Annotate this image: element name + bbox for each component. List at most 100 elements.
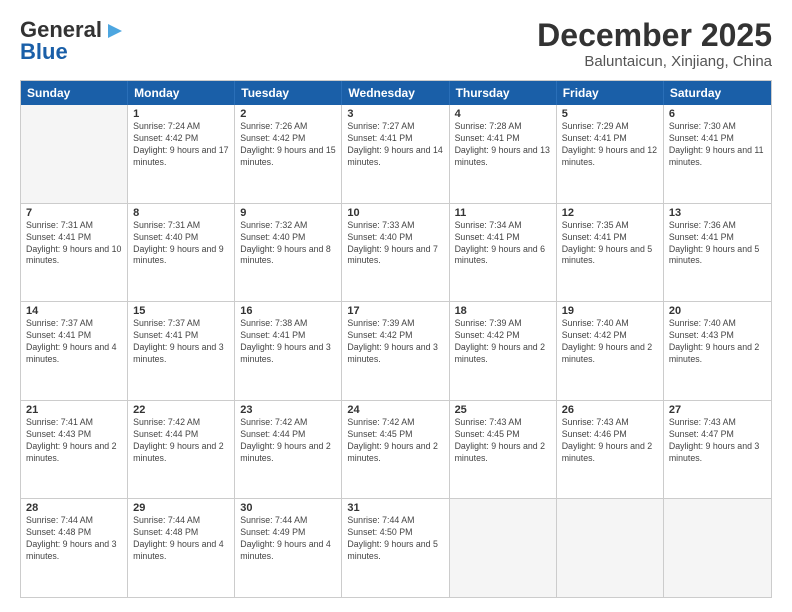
day-number: 20	[669, 305, 766, 317]
day-info: Sunrise: 7:43 AM Sunset: 4:46 PM Dayligh…	[562, 417, 658, 465]
month-title: December 2025	[537, 18, 772, 53]
day-info: Sunrise: 7:39 AM Sunset: 4:42 PM Dayligh…	[455, 318, 551, 366]
day-info: Sunrise: 7:37 AM Sunset: 4:41 PM Dayligh…	[26, 318, 122, 366]
calendar-cell-2-6: 20Sunrise: 7:40 AM Sunset: 4:43 PM Dayli…	[664, 302, 771, 400]
calendar-cell-0-4: 4Sunrise: 7:28 AM Sunset: 4:41 PM Daylig…	[450, 105, 557, 203]
calendar-cell-3-0: 21Sunrise: 7:41 AM Sunset: 4:43 PM Dayli…	[21, 401, 128, 499]
calendar-row-4: 28Sunrise: 7:44 AM Sunset: 4:48 PM Dayli…	[21, 498, 771, 597]
calendar-cell-0-0	[21, 105, 128, 203]
day-info: Sunrise: 7:26 AM Sunset: 4:42 PM Dayligh…	[240, 121, 336, 169]
day-number: 28	[26, 502, 122, 514]
calendar-cell-0-6: 6Sunrise: 7:30 AM Sunset: 4:41 PM Daylig…	[664, 105, 771, 203]
day-number: 31	[347, 502, 443, 514]
calendar-header: Sunday Monday Tuesday Wednesday Thursday…	[21, 81, 771, 105]
day-number: 7	[26, 207, 122, 219]
day-number: 14	[26, 305, 122, 317]
day-info: Sunrise: 7:40 AM Sunset: 4:43 PM Dayligh…	[669, 318, 766, 366]
day-info: Sunrise: 7:41 AM Sunset: 4:43 PM Dayligh…	[26, 417, 122, 465]
day-info: Sunrise: 7:42 AM Sunset: 4:45 PM Dayligh…	[347, 417, 443, 465]
calendar-cell-1-3: 10Sunrise: 7:33 AM Sunset: 4:40 PM Dayli…	[342, 204, 449, 302]
day-info: Sunrise: 7:34 AM Sunset: 4:41 PM Dayligh…	[455, 220, 551, 268]
day-info: Sunrise: 7:40 AM Sunset: 4:42 PM Dayligh…	[562, 318, 658, 366]
logo-blue: Blue	[20, 40, 68, 64]
calendar-row-3: 21Sunrise: 7:41 AM Sunset: 4:43 PM Dayli…	[21, 400, 771, 499]
calendar-cell-2-0: 14Sunrise: 7:37 AM Sunset: 4:41 PM Dayli…	[21, 302, 128, 400]
header-saturday: Saturday	[664, 81, 771, 105]
calendar-row-1: 7Sunrise: 7:31 AM Sunset: 4:41 PM Daylig…	[21, 203, 771, 302]
calendar-cell-4-2: 30Sunrise: 7:44 AM Sunset: 4:49 PM Dayli…	[235, 499, 342, 597]
day-number: 10	[347, 207, 443, 219]
day-info: Sunrise: 7:37 AM Sunset: 4:41 PM Dayligh…	[133, 318, 229, 366]
day-number: 26	[562, 404, 658, 416]
title-area: December 2025 Baluntaicun, Xinjiang, Chi…	[537, 18, 772, 70]
calendar-cell-2-1: 15Sunrise: 7:37 AM Sunset: 4:41 PM Dayli…	[128, 302, 235, 400]
day-number: 25	[455, 404, 551, 416]
day-number: 5	[562, 108, 658, 120]
calendar-cell-2-5: 19Sunrise: 7:40 AM Sunset: 4:42 PM Dayli…	[557, 302, 664, 400]
calendar-cell-3-3: 24Sunrise: 7:42 AM Sunset: 4:45 PM Dayli…	[342, 401, 449, 499]
header-sunday: Sunday	[21, 81, 128, 105]
day-number: 2	[240, 108, 336, 120]
calendar-row-0: 1Sunrise: 7:24 AM Sunset: 4:42 PM Daylig…	[21, 105, 771, 203]
day-info: Sunrise: 7:24 AM Sunset: 4:42 PM Dayligh…	[133, 121, 229, 169]
calendar-cell-2-2: 16Sunrise: 7:38 AM Sunset: 4:41 PM Dayli…	[235, 302, 342, 400]
calendar-cell-1-6: 13Sunrise: 7:36 AM Sunset: 4:41 PM Dayli…	[664, 204, 771, 302]
day-number: 27	[669, 404, 766, 416]
day-number: 1	[133, 108, 229, 120]
day-info: Sunrise: 7:44 AM Sunset: 4:48 PM Dayligh…	[26, 515, 122, 563]
calendar-cell-4-5	[557, 499, 664, 597]
day-number: 9	[240, 207, 336, 219]
calendar-cell-1-2: 9Sunrise: 7:32 AM Sunset: 4:40 PM Daylig…	[235, 204, 342, 302]
day-number: 12	[562, 207, 658, 219]
day-number: 8	[133, 207, 229, 219]
day-number: 4	[455, 108, 551, 120]
calendar-cell-4-6	[664, 499, 771, 597]
header-tuesday: Tuesday	[235, 81, 342, 105]
calendar-cell-4-4	[450, 499, 557, 597]
calendar-cell-0-1: 1Sunrise: 7:24 AM Sunset: 4:42 PM Daylig…	[128, 105, 235, 203]
day-info: Sunrise: 7:43 AM Sunset: 4:45 PM Dayligh…	[455, 417, 551, 465]
calendar: Sunday Monday Tuesday Wednesday Thursday…	[20, 80, 772, 598]
calendar-cell-0-2: 2Sunrise: 7:26 AM Sunset: 4:42 PM Daylig…	[235, 105, 342, 203]
subtitle: Baluntaicun, Xinjiang, China	[537, 53, 772, 70]
day-number: 15	[133, 305, 229, 317]
day-info: Sunrise: 7:27 AM Sunset: 4:41 PM Dayligh…	[347, 121, 443, 169]
header-monday: Monday	[128, 81, 235, 105]
calendar-cell-1-0: 7Sunrise: 7:31 AM Sunset: 4:41 PM Daylig…	[21, 204, 128, 302]
day-number: 6	[669, 108, 766, 120]
day-info: Sunrise: 7:39 AM Sunset: 4:42 PM Dayligh…	[347, 318, 443, 366]
day-number: 24	[347, 404, 443, 416]
page: General Blue December 2025 Baluntaicun, …	[0, 0, 792, 612]
day-info: Sunrise: 7:44 AM Sunset: 4:48 PM Dayligh…	[133, 515, 229, 563]
calendar-cell-4-1: 29Sunrise: 7:44 AM Sunset: 4:48 PM Dayli…	[128, 499, 235, 597]
day-info: Sunrise: 7:38 AM Sunset: 4:41 PM Dayligh…	[240, 318, 336, 366]
calendar-cell-3-4: 25Sunrise: 7:43 AM Sunset: 4:45 PM Dayli…	[450, 401, 557, 499]
day-info: Sunrise: 7:44 AM Sunset: 4:49 PM Dayligh…	[240, 515, 336, 563]
day-info: Sunrise: 7:32 AM Sunset: 4:40 PM Dayligh…	[240, 220, 336, 268]
calendar-cell-4-3: 31Sunrise: 7:44 AM Sunset: 4:50 PM Dayli…	[342, 499, 449, 597]
day-info: Sunrise: 7:29 AM Sunset: 4:41 PM Dayligh…	[562, 121, 658, 169]
day-info: Sunrise: 7:43 AM Sunset: 4:47 PM Dayligh…	[669, 417, 766, 465]
calendar-cell-3-2: 23Sunrise: 7:42 AM Sunset: 4:44 PM Dayli…	[235, 401, 342, 499]
day-info: Sunrise: 7:31 AM Sunset: 4:40 PM Dayligh…	[133, 220, 229, 268]
day-info: Sunrise: 7:42 AM Sunset: 4:44 PM Dayligh…	[133, 417, 229, 465]
day-number: 22	[133, 404, 229, 416]
calendar-cell-2-3: 17Sunrise: 7:39 AM Sunset: 4:42 PM Dayli…	[342, 302, 449, 400]
day-info: Sunrise: 7:33 AM Sunset: 4:40 PM Dayligh…	[347, 220, 443, 268]
day-info: Sunrise: 7:31 AM Sunset: 4:41 PM Dayligh…	[26, 220, 122, 268]
header-wednesday: Wednesday	[342, 81, 449, 105]
day-info: Sunrise: 7:42 AM Sunset: 4:44 PM Dayligh…	[240, 417, 336, 465]
calendar-row-2: 14Sunrise: 7:37 AM Sunset: 4:41 PM Dayli…	[21, 301, 771, 400]
calendar-cell-3-6: 27Sunrise: 7:43 AM Sunset: 4:47 PM Dayli…	[664, 401, 771, 499]
day-info: Sunrise: 7:35 AM Sunset: 4:41 PM Dayligh…	[562, 220, 658, 268]
day-number: 29	[133, 502, 229, 514]
day-number: 11	[455, 207, 551, 219]
day-number: 17	[347, 305, 443, 317]
day-number: 16	[240, 305, 336, 317]
day-info: Sunrise: 7:44 AM Sunset: 4:50 PM Dayligh…	[347, 515, 443, 563]
day-number: 30	[240, 502, 336, 514]
day-number: 23	[240, 404, 336, 416]
header: General Blue December 2025 Baluntaicun, …	[20, 18, 772, 70]
calendar-cell-1-1: 8Sunrise: 7:31 AM Sunset: 4:40 PM Daylig…	[128, 204, 235, 302]
day-number: 18	[455, 305, 551, 317]
